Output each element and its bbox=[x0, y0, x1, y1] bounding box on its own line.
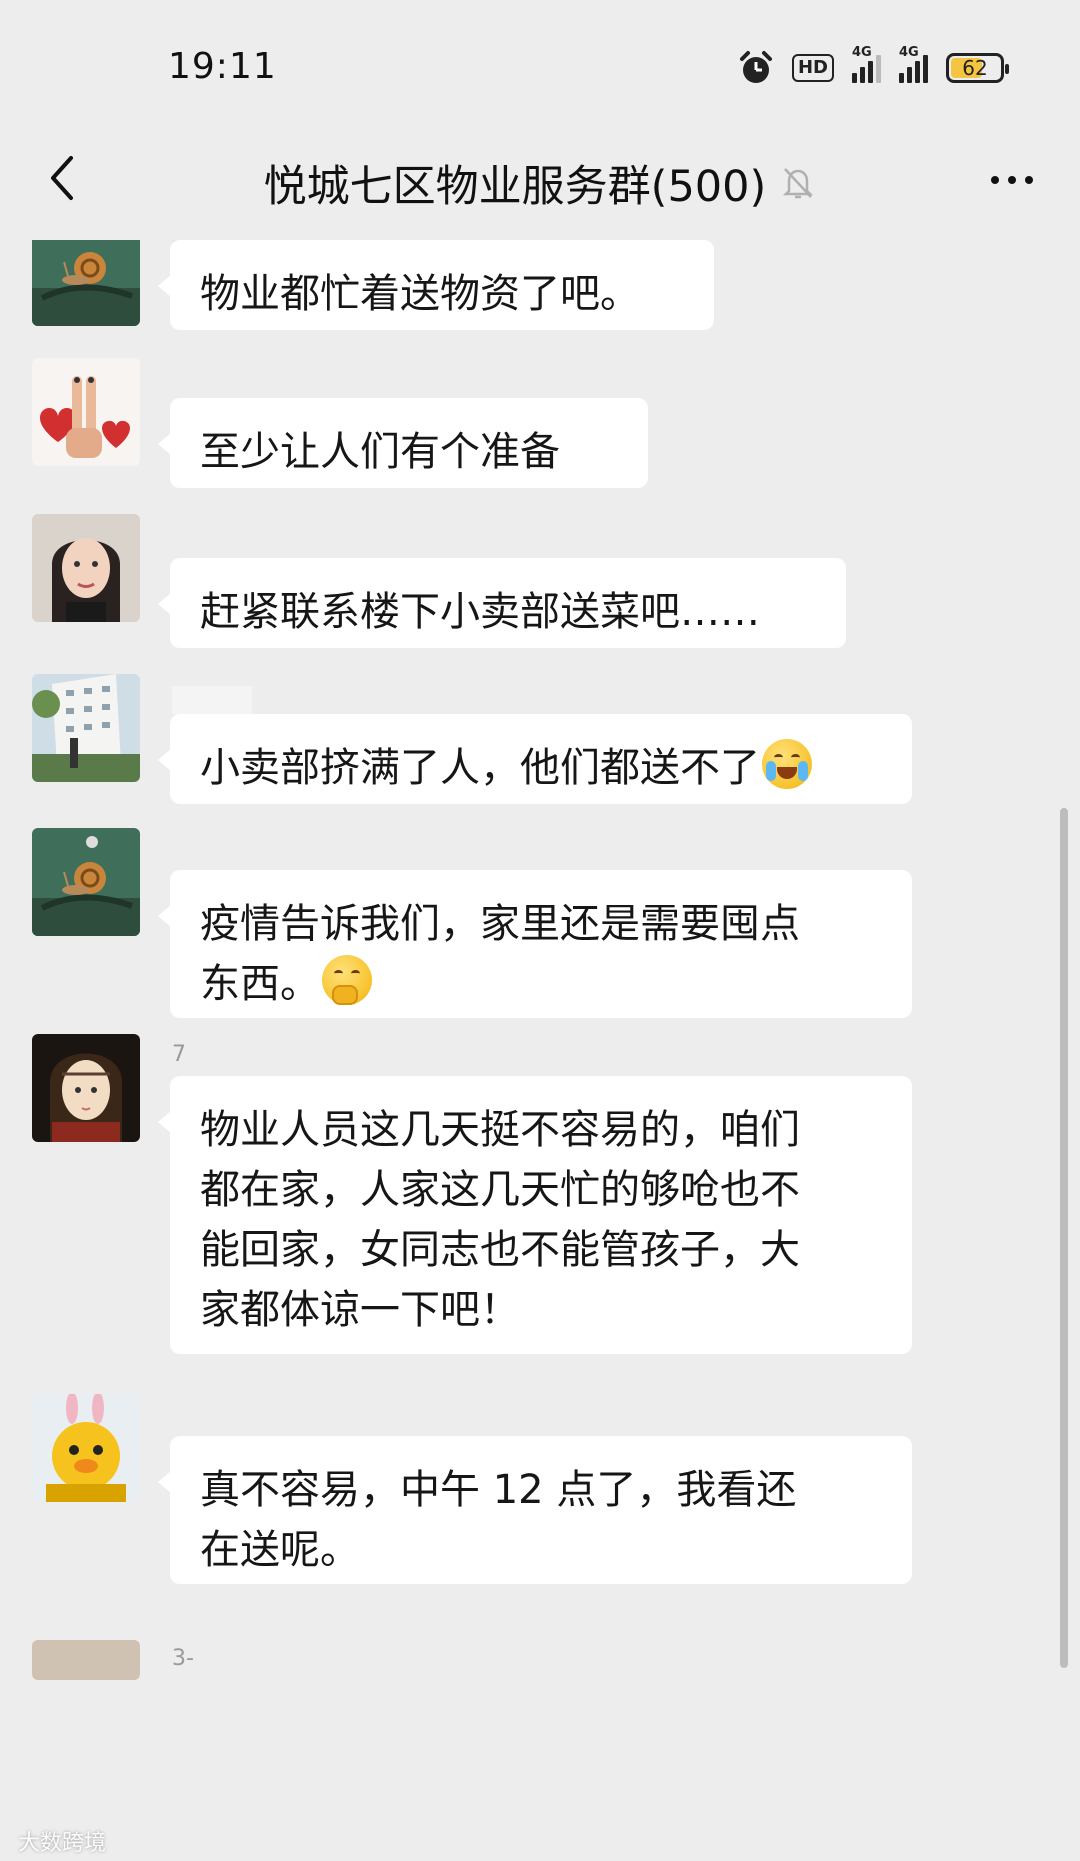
crying-face-emoji bbox=[762, 739, 812, 789]
hand-over-mouth-emoji bbox=[322, 955, 372, 1005]
message-text-line: 都在家，人家这几天忙的够呛也不 bbox=[200, 1167, 800, 1213]
yellow-chick-avatar[interactable] bbox=[32, 1394, 140, 1502]
alarm-icon bbox=[738, 50, 774, 86]
message-text-line: 能回家，女同志也不能管孩子，大 bbox=[200, 1227, 800, 1273]
message-text-line: 疫情告诉我们，家里还是需要囤点 bbox=[200, 901, 800, 947]
avatar[interactable] bbox=[32, 1640, 140, 1680]
message-bubble[interactable]: 至少让人们有个准备 bbox=[158, 398, 648, 488]
nav-title-group: 悦城七区物业服务群(500) bbox=[0, 152, 1080, 214]
building-photo-avatar[interactable] bbox=[32, 674, 140, 782]
page-title: 悦城七区物业服务群(500) bbox=[263, 162, 767, 212]
battery-icon: 62 bbox=[946, 53, 1009, 83]
message-bubble[interactable]: 赶紧联系楼下小卖部送菜吧…… bbox=[158, 558, 846, 648]
bell-muted-icon bbox=[780, 165, 816, 201]
message-text-line: 真不容易，中午 12 点了，我看还 bbox=[200, 1467, 797, 1513]
network-label-1: 4G bbox=[852, 45, 872, 60]
nickname: 3- bbox=[172, 1646, 194, 1671]
message-bubble[interactable]: 物业都忙着送物资了吧。 bbox=[158, 240, 714, 330]
signal-4g-icon: 4G bbox=[899, 45, 928, 83]
signal-4g-icon: 4G bbox=[852, 45, 881, 83]
battery-level: 62 bbox=[962, 56, 988, 80]
message-bubble[interactable]: 小卖部挤满了人，他们都送不了 bbox=[158, 714, 912, 804]
message-bubble[interactable]: 疫情告诉我们，家里还是需要囤点 东西。 bbox=[158, 870, 912, 1018]
scrollbar[interactable] bbox=[1060, 808, 1068, 1668]
status-time: 19:11 bbox=[168, 46, 277, 87]
message-bubble[interactable]: 真不容易，中午 12 点了，我看还 在送呢。 bbox=[158, 1436, 912, 1584]
nav-bar: 悦城七区物业服务群(500) bbox=[0, 130, 1080, 240]
status-icons: HD 4G 4G 62 bbox=[738, 45, 1009, 88]
nickname bbox=[172, 1402, 212, 1430]
message-text: 小卖部挤满了人，他们都送不了 bbox=[200, 745, 760, 791]
message-text: 赶紧联系楼下小卖部送菜吧…… bbox=[200, 589, 760, 635]
snail-avatar[interactable] bbox=[32, 240, 140, 326]
hd-voice-icon: HD bbox=[791, 54, 834, 82]
watermark: 大数跨境 bbox=[18, 1831, 107, 1856]
message-text-line: 物业人员这几天挺不容易的，咱们 bbox=[200, 1107, 800, 1153]
painting-girl-avatar[interactable] bbox=[32, 1034, 140, 1142]
woman-portrait-avatar[interactable] bbox=[32, 514, 140, 622]
hands-heart-avatar[interactable] bbox=[32, 358, 140, 466]
message-bubble[interactable]: 物业人员这几天挺不容易的，咱们 都在家，人家这几天忙的够呛也不 能回家，女同志也… bbox=[158, 1076, 912, 1354]
message-text: 物业都忙着送物资了吧。 bbox=[200, 271, 640, 317]
more-options-button[interactable] bbox=[982, 160, 1042, 200]
status-bar: 19:11 HD 4G 4G 62 bbox=[0, 0, 1080, 130]
snail-avatar[interactable] bbox=[32, 828, 140, 936]
nickname bbox=[172, 686, 252, 714]
nickname: 7 bbox=[172, 1042, 186, 1067]
message-text-line: 东西。 bbox=[200, 961, 320, 1007]
chat-message-list[interactable]: 物业都忙着送物资了吧。 至少让人们有个准备 赶紧联系楼下小卖部送菜吧…… 小卖部… bbox=[0, 240, 1080, 1861]
more-dots-icon bbox=[991, 176, 999, 184]
message-text-line: 在送呢。 bbox=[200, 1527, 360, 1573]
message-text-line: 家都体谅一下吧！ bbox=[200, 1287, 520, 1333]
message-text: 至少让人们有个准备 bbox=[200, 429, 560, 475]
network-label-2: 4G bbox=[899, 45, 919, 60]
